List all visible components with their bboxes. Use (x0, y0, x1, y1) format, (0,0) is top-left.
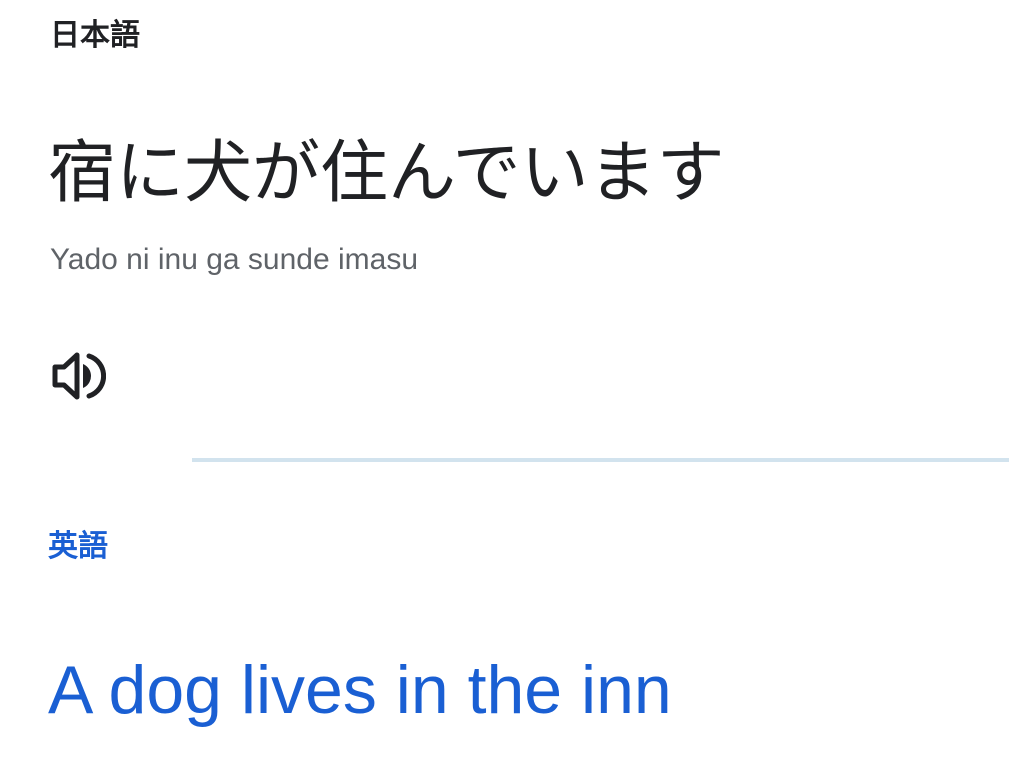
source-language-label: 日本語 (50, 18, 140, 53)
source-text: 宿に犬が住んでいます (48, 134, 725, 213)
listen-button[interactable] (50, 350, 107, 402)
romanization-text: Yado ni inu ga sunde imasu (50, 243, 419, 276)
target-language-label: 英語 (48, 529, 108, 564)
volume-up-icon (52, 352, 107, 400)
translated-text: A dog lives in the inn (48, 652, 672, 728)
section-divider (192, 458, 1009, 462)
